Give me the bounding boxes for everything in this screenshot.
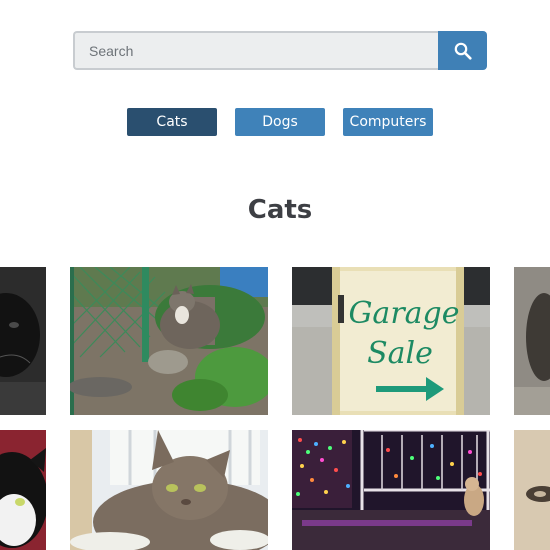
gallery-photo-black-cat[interactable] [0,267,46,415]
filter-button-computers[interactable]: Computers [343,108,433,136]
gallery-photo-tabby-sun[interactable] [70,430,268,550]
gallery-photo-cat-sand[interactable] [514,430,550,550]
filter-button-cats[interactable]: Cats [127,108,217,136]
gallery-photo-black-white-cat[interactable] [0,430,46,550]
sign-text-sale: Sale [367,336,433,371]
search-bar [73,31,487,70]
search-input[interactable] [73,31,438,70]
filter-button-dogs[interactable]: Dogs [235,108,325,136]
gallery-photo-cat-pavement[interactable] [514,267,550,415]
sign-text-garage: Garage [348,296,459,331]
search-button[interactable] [438,31,487,70]
search-icon [454,42,472,60]
gallery-photo-garage-sale[interactable]: Garage Sale [292,267,490,415]
gallery-heading: Cats [247,195,313,225]
gallery-photo-tabby-garden[interactable] [70,267,268,415]
gallery-photo-porch-lights[interactable] [292,430,490,550]
